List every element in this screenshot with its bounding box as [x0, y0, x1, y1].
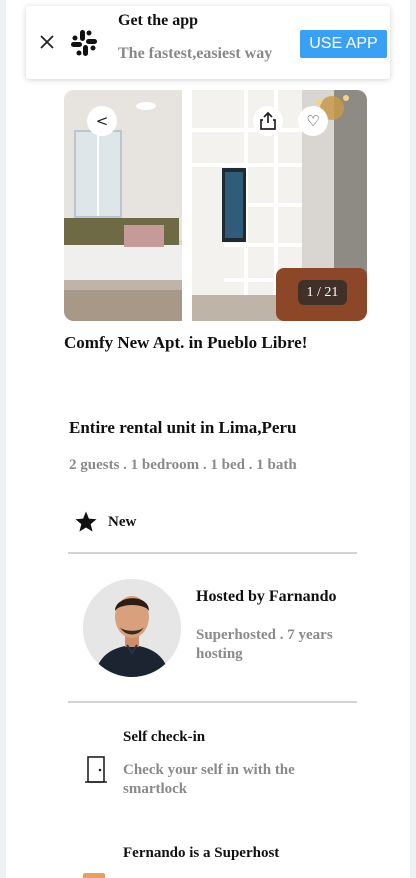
close-icon[interactable]: [38, 33, 56, 51]
self-checkin-description: Check your self in with the smartlock: [123, 762, 295, 797]
share-icon: [260, 111, 276, 130]
new-badge-label: New: [108, 513, 137, 530]
use-app-button[interactable]: USE APP: [300, 30, 387, 58]
banner-title: Get the app: [118, 12, 198, 29]
medal-icon: [83, 873, 105, 878]
listing-title: Comfy New Apt. in Pueblo Libre!: [64, 333, 308, 352]
new-badge: New: [74, 510, 136, 534]
divider: [68, 552, 357, 554]
banner-subtitle: The fastest,easiest way: [118, 45, 273, 62]
unit-details: 2 guests . 1 bedroom . 1 bed . 1 bath: [69, 457, 297, 473]
page-edge-right: [410, 0, 416, 878]
photo-counter: 1 / 21: [298, 280, 347, 305]
door-icon: [84, 755, 108, 785]
share-button[interactable]: [253, 106, 283, 136]
host-info: Superhosted . 7 years hosting: [196, 627, 333, 662]
unit-title: Entire rental unit in Lima,Peru: [69, 418, 297, 437]
listing-photo[interactable]: < ♡ 1 / 21: [64, 90, 367, 321]
host-name: Hosted by Farnando: [196, 588, 337, 605]
back-button[interactable]: <: [87, 106, 117, 136]
app-download-banner: Get the app The fastest,easiest way USE …: [26, 6, 390, 79]
self-checkin-title: Self check-in: [123, 729, 206, 745]
superhost-title: Fernando is a Superhost: [123, 845, 280, 861]
favorite-button[interactable]: ♡: [298, 106, 328, 136]
divider: [68, 701, 357, 703]
host-avatar-image: [83, 579, 181, 677]
slack-icon: [69, 28, 99, 58]
star-icon: [75, 511, 97, 532]
host-avatar[interactable]: [83, 579, 181, 677]
page-edge-left: [0, 0, 6, 878]
